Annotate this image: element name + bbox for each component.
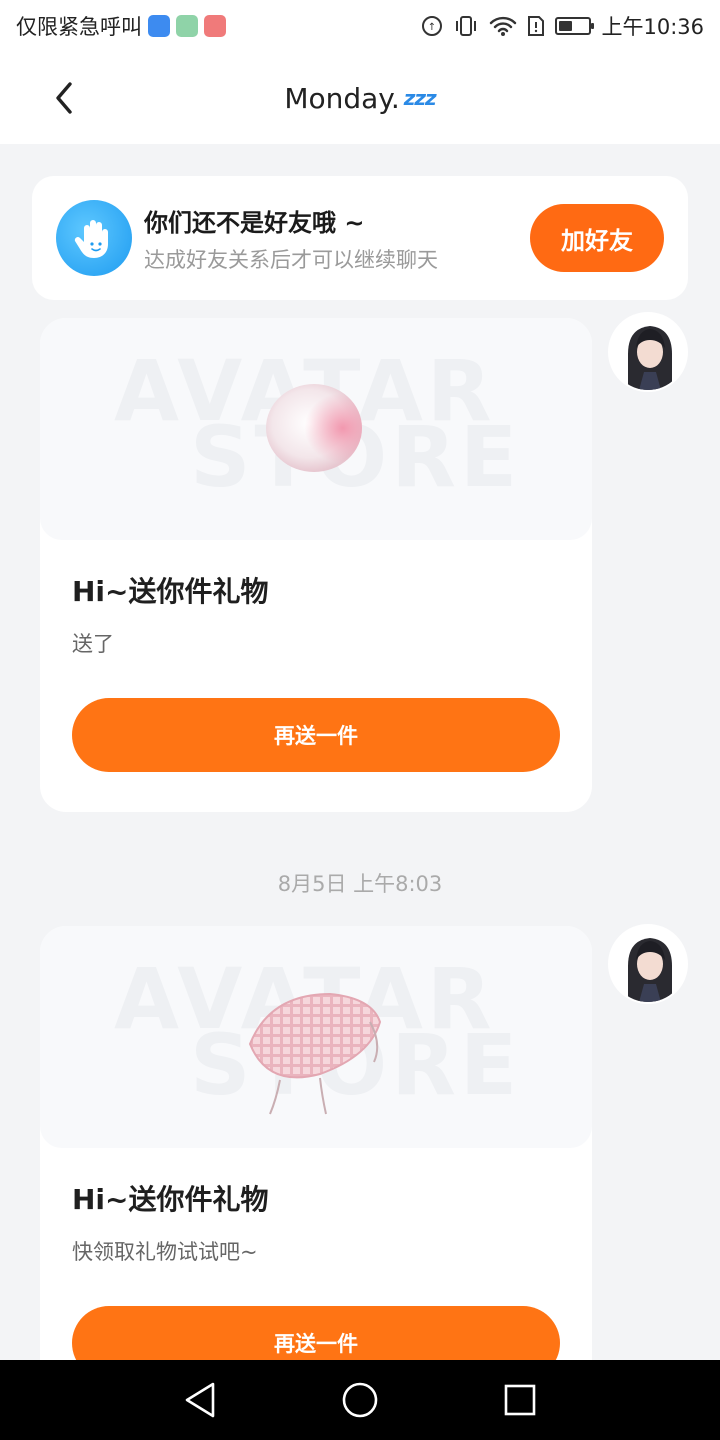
status-left: 仅限紧急呼叫 (16, 11, 226, 41)
chat-header: Monday. zzz (0, 52, 720, 144)
gift-message-card: AVATAR STORE Hi~送你件礼物 送了 再送一件 (40, 318, 592, 812)
banner-text: 你们还不是好友哦 ~ 达成好友关系后才可以继续聊天 (144, 203, 530, 274)
triangle-back-icon (185, 1382, 215, 1418)
battery-icon (555, 17, 595, 35)
circle-home-icon (342, 1382, 378, 1418)
sleep-icon: zzz (403, 86, 437, 110)
banner-subtitle: 达成好友关系后才可以继续聊天 (144, 247, 438, 272)
add-friend-button[interactable]: 加好友 (530, 204, 664, 272)
status-time: 上午10:36 (601, 15, 704, 39)
user-avatar-image (610, 926, 686, 1002)
resend-gift-button[interactable]: 再送一件 (72, 698, 560, 772)
gift-preview[interactable]: AVATAR STORE (40, 926, 592, 1148)
system-nav-bar (0, 1360, 720, 1440)
game-app-icon (176, 15, 198, 37)
message-text: 送了 (72, 632, 114, 656)
peach-bun-icon (266, 384, 362, 472)
chat-title: Monday. zzz (284, 81, 437, 115)
shield-app-icon (148, 15, 170, 37)
message-title: Hi~送你件礼物 (72, 1183, 269, 1216)
message-text: 快领取礼物试试吧~ (72, 1240, 258, 1264)
shop-app-icon (204, 15, 226, 37)
nav-back-button[interactable] (170, 1370, 230, 1430)
message-timestamp: 8月5日 上午8:03 (277, 872, 443, 896)
battery-level (559, 21, 573, 31)
svg-text:↑: ↑ (428, 22, 436, 33)
status-bar: 仅限紧急呼叫 ↑ 上午10:36 (0, 0, 720, 52)
status-carrier-text: 仅限紧急呼叫 (16, 15, 142, 39)
banner-title: 你们还不是好友哦 ~ (144, 208, 365, 237)
gift-preview[interactable]: AVATAR STORE (40, 318, 592, 540)
nav-recents-button[interactable] (490, 1370, 550, 1430)
vibrate-icon (453, 15, 479, 37)
avatar[interactable] (608, 312, 688, 392)
wifi-icon (489, 15, 517, 37)
back-button[interactable] (44, 74, 84, 122)
nav-home-button[interactable] (330, 1370, 390, 1430)
message-title: Hi~送你件礼物 (72, 575, 269, 608)
square-recents-icon (504, 1384, 536, 1416)
status-right: ↑ 上午10:36 (421, 11, 704, 41)
avatar[interactable] (608, 924, 688, 1004)
chat-title-text: Monday. (284, 81, 400, 115)
chevron-left-icon (56, 82, 72, 114)
wave-hand-icon (56, 200, 132, 276)
not-friends-banner: 你们还不是好友哦 ~ 达成好友关系后才可以继续聊天 加好友 (32, 176, 688, 300)
data-saver-icon: ↑ (421, 15, 443, 37)
pink-bonnet-icon (248, 992, 382, 1115)
sim-alert-icon (527, 15, 545, 37)
user-avatar-image (610, 314, 686, 390)
gift-message-card: AVATAR STORE Hi~送你件礼物 快领取礼物试试吧~ 再送一件 (40, 926, 592, 1420)
